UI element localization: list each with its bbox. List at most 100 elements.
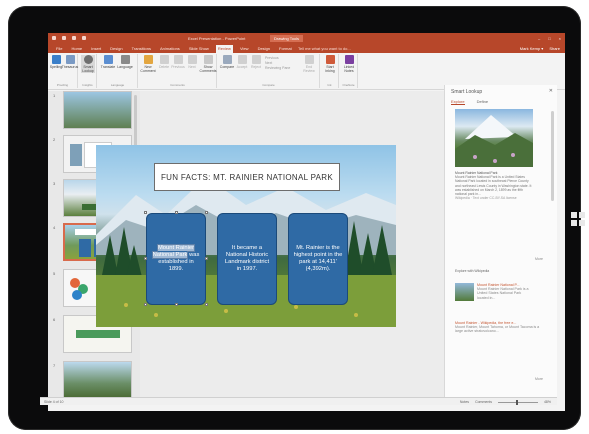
- previous-comment-button[interactable]: Previous: [171, 55, 185, 69]
- zoom-slider[interactable]: [497, 399, 538, 405]
- compare-button[interactable]: Compare: [220, 55, 234, 69]
- slide-number: 1: [53, 93, 56, 98]
- more-link[interactable]: More: [535, 257, 543, 261]
- comments-button[interactable]: Comments: [475, 400, 492, 404]
- zoom-thumb[interactable]: [515, 399, 518, 405]
- account-name[interactable]: Mark Kemp ▾: [520, 46, 544, 51]
- tab-design[interactable]: Design: [108, 45, 124, 53]
- slide-title-box[interactable]: FUN FACTS: MT. RAINIER NATIONAL PARK: [154, 163, 340, 191]
- slide-number: 7: [53, 363, 56, 368]
- translate-button[interactable]: Translate: [101, 55, 115, 69]
- new-comment-icon: [143, 55, 153, 64]
- accept-icon: [237, 55, 247, 64]
- resize-handle[interactable]: [205, 211, 208, 214]
- pane-scrollbar[interactable]: [551, 111, 554, 201]
- tab-transitions[interactable]: Transitions: [130, 45, 153, 53]
- group-compare: Compare Accept Reject Previous Next Revi…: [218, 54, 320, 88]
- share-button[interactable]: Share: [549, 46, 560, 51]
- tab-file[interactable]: File: [54, 45, 64, 53]
- quick-access-toolbar: [52, 36, 86, 40]
- save-icon[interactable]: [52, 36, 56, 40]
- thumb-card: [79, 239, 91, 257]
- tab-review[interactable]: Review: [215, 45, 233, 53]
- tab-explore[interactable]: Explore: [451, 99, 465, 105]
- zoom-level[interactable]: 48%: [544, 400, 551, 404]
- start-inking-button[interactable]: Start Inking: [323, 55, 337, 73]
- windows-button-icon[interactable]: [571, 212, 585, 226]
- tab-insert[interactable]: Insert: [89, 45, 103, 53]
- close-button[interactable]: ×: [559, 36, 561, 41]
- more-link-2[interactable]: More: [535, 377, 543, 381]
- group-label: Comments: [170, 83, 185, 87]
- fact-card-3[interactable]: Mt. Rainier is the highest point in the …: [288, 213, 348, 305]
- tab-shape-design[interactable]: Design: [256, 45, 272, 53]
- resize-handle[interactable]: [205, 303, 208, 306]
- reviewing-pane[interactable]: Reviewing Pane: [265, 66, 290, 71]
- accept-button[interactable]: Accept: [235, 55, 249, 69]
- mountain-photo: [455, 115, 533, 167]
- smart-lookup-pane: Smart Lookup ✕ Explore Define Mount Rain…: [444, 85, 557, 397]
- onenote-icon: [344, 55, 354, 64]
- smart-lookup-button[interactable]: Smart Lookup: [81, 55, 95, 73]
- window-controls: – □ ×: [538, 36, 561, 41]
- group-label: Language: [110, 83, 125, 87]
- thumb-circle: [72, 290, 82, 300]
- undo-icon[interactable]: [62, 36, 66, 40]
- end-review-button[interactable]: End Review: [302, 55, 316, 73]
- delete-comment-button[interactable]: Delete: [157, 55, 171, 69]
- tab-view[interactable]: View: [238, 45, 251, 53]
- group-comments: New Comment Delete Previous Next Show Co…: [139, 54, 217, 88]
- linked-notes-button[interactable]: Linked Notes: [342, 55, 356, 73]
- show-comments-button[interactable]: Show Comments: [200, 55, 216, 73]
- tell-me-search[interactable]: Tell me what you want to do...: [298, 46, 351, 51]
- resize-handle[interactable]: [175, 211, 178, 214]
- group-ink: Start Inking Ink: [321, 54, 339, 88]
- current-slide[interactable]: FUN FACTS: MT. RAINIER NATIONAL PARK Mou…: [96, 145, 396, 327]
- tab-slide-show[interactable]: Slide Show: [187, 45, 211, 53]
- selected-text[interactable]: Mount Rainier National Park: [151, 244, 196, 259]
- window-title: Excel Presentation - PowerPoint: [188, 36, 246, 41]
- group-language: Translate Language Language: [98, 54, 138, 88]
- thesaurus-button[interactable]: Thesaurus: [62, 55, 78, 69]
- group-label: Insights: [82, 83, 93, 87]
- minimize-button[interactable]: –: [538, 36, 540, 41]
- group-insights: Smart Lookup Insights: [79, 54, 97, 88]
- redo-icon[interactable]: [72, 36, 76, 40]
- new-comment-button[interactable]: New Comment: [140, 55, 156, 73]
- resize-handle[interactable]: [175, 303, 178, 306]
- language-button[interactable]: Language: [117, 55, 133, 69]
- slide-number: 4: [53, 225, 56, 230]
- lookup-caption-body: Mount Rainier National Park is a United …: [455, 175, 532, 197]
- lookup-image[interactable]: [455, 109, 533, 167]
- lookup-caption: Mount Rainier National Park Mount Rainie…: [455, 171, 533, 200]
- reject-button[interactable]: Reject: [249, 55, 263, 69]
- tab-animations[interactable]: Animations: [158, 45, 182, 53]
- tab-format[interactable]: Format: [277, 45, 294, 53]
- slide-thumbnail[interactable]: [63, 91, 132, 129]
- pane-title: Smart Lookup: [451, 89, 483, 95]
- result-1-body: Mount Rainier National Park is a United …: [477, 287, 529, 300]
- slide-counter: Slide 4 of 10: [44, 400, 64, 404]
- resize-handle[interactable]: [144, 303, 147, 306]
- result-1[interactable]: Mount Rainier National P... Mount Rainie…: [477, 283, 533, 300]
- result-thumbnail[interactable]: [455, 283, 474, 301]
- slide-thumbnail[interactable]: [63, 361, 132, 399]
- tab-define[interactable]: Define: [477, 99, 489, 105]
- resize-handle[interactable]: [205, 257, 208, 260]
- resize-handle[interactable]: [144, 257, 147, 260]
- next-comment-button[interactable]: Next: [185, 55, 199, 69]
- fact-card-1[interactable]: Mount Rainier National Park was establis…: [146, 213, 206, 305]
- resize-handle[interactable]: [144, 211, 147, 214]
- maximize-button[interactable]: □: [548, 36, 550, 41]
- thesaurus-icon: [65, 55, 75, 64]
- start-from-beginning-icon[interactable]: [82, 36, 86, 40]
- close-pane-icon[interactable]: ✕: [549, 88, 553, 94]
- tab-home[interactable]: Home: [69, 45, 84, 53]
- slide-number: 6: [53, 317, 56, 322]
- notes-button[interactable]: Notes: [460, 400, 469, 404]
- end-review-icon: [304, 55, 314, 64]
- account-area: Mark Kemp ▾ Share: [520, 46, 560, 51]
- result-2[interactable]: Mount Rainier - Wikipedia, the free e...…: [455, 321, 541, 334]
- fact-card-2[interactable]: It became a National Historic Landmark d…: [217, 213, 277, 305]
- show-comments-icon: [203, 55, 213, 64]
